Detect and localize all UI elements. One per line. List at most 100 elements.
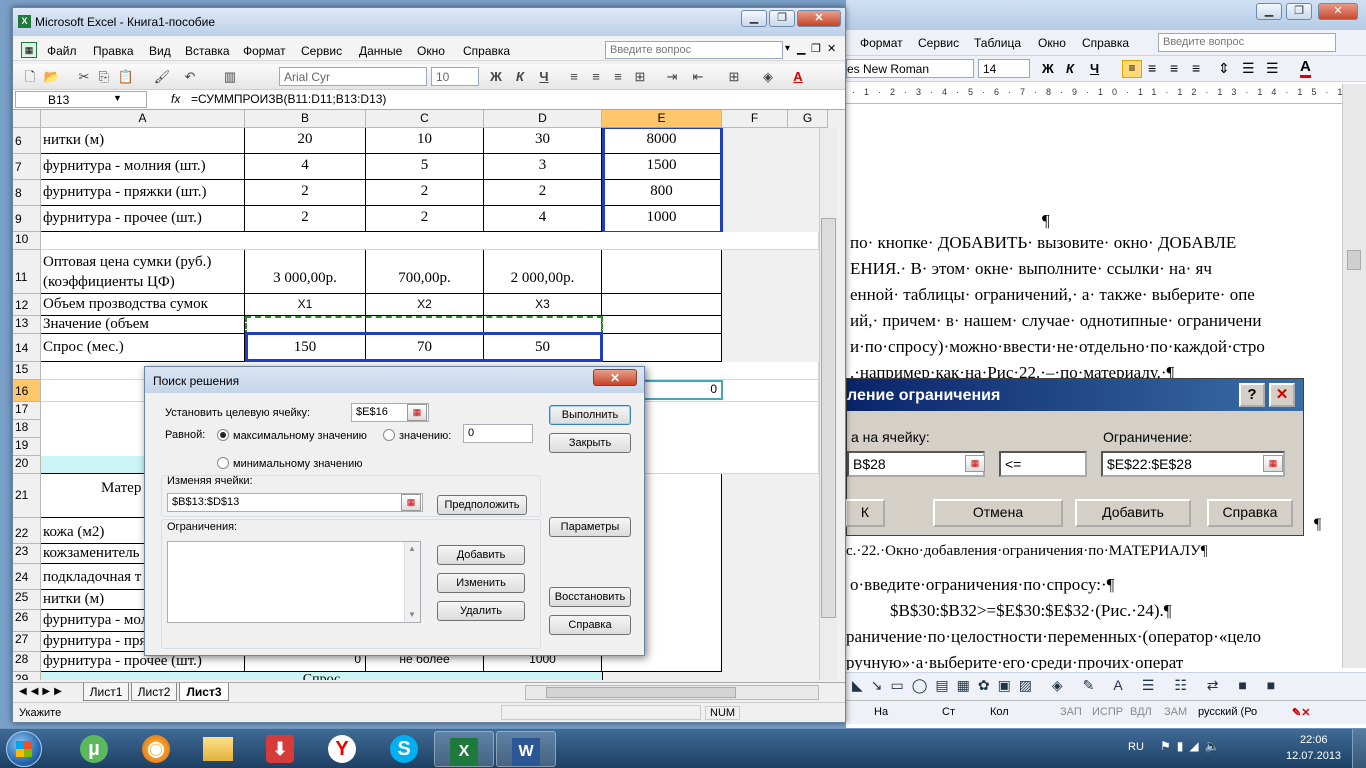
dropdown-icon[interactable]: ▾ <box>785 43 790 54</box>
cell-c12[interactable]: X2 <box>366 294 484 316</box>
yandex-task[interactable]: Y <box>312 731 372 767</box>
show-desktop-button[interactable] <box>1352 729 1366 768</box>
menu-file[interactable]: Файл <box>47 44 77 58</box>
status-ovr[interactable]: ЗАМ <box>1164 706 1187 718</box>
cell-b13[interactable] <box>245 316 366 334</box>
cell-a29[interactable]: Спрос <box>41 672 603 680</box>
menu-table[interactable]: Таблица <box>974 36 1021 50</box>
min-radio[interactable] <box>217 457 229 469</box>
cell-b9[interactable]: 2 <box>245 206 366 232</box>
doc-minimize-icon[interactable]: ▁ <box>797 42 805 55</box>
options-button[interactable]: Параметры <box>549 517 631 537</box>
cell-a6[interactable]: нитки (м) <box>41 128 245 154</box>
cell-d12[interactable]: X3 <box>484 294 602 316</box>
cell-d13[interactable] <box>484 316 602 334</box>
row-header[interactable]: 11 <box>13 250 41 294</box>
sheet-tab-2[interactable]: Лист2 <box>131 683 177 701</box>
minimize-button[interactable]: ▁ <box>741 10 767 27</box>
sheet-nav-icons[interactable]: ◀◀▶▶ <box>19 686 66 697</box>
font-color-icon[interactable]: A <box>1300 58 1311 78</box>
menu-format[interactable]: Формат <box>243 44 286 58</box>
numbering-icon[interactable]: ☰ <box>1242 60 1255 77</box>
delete-button[interactable]: Удалить <box>437 601 525 621</box>
row-header[interactable]: 7 <box>13 154 41 180</box>
row-header[interactable]: 27 <box>13 632 41 652</box>
row-header[interactable]: 8 <box>13 180 41 206</box>
cell-c14[interactable]: 70 <box>366 334 484 362</box>
range-picker-icon[interactable]: ▦ <box>407 404 427 421</box>
borders-icon[interactable]: ⊞ <box>725 68 743 86</box>
change-button[interactable]: Изменить <box>437 573 525 593</box>
row-header[interactable]: 26 <box>13 610 41 632</box>
cell-d8[interactable]: 2 <box>484 180 602 206</box>
function-icon[interactable]: fx <box>171 92 180 106</box>
cell-d14[interactable]: 50 <box>484 334 602 362</box>
row-header[interactable]: 28 <box>13 652 41 672</box>
menu-window[interactable]: Окно <box>417 44 445 58</box>
underline-icon[interactable]: Ч <box>535 68 553 86</box>
document-icon[interactable]: ▦ <box>21 42 37 58</box>
run-button[interactable]: Выполнить <box>549 405 631 425</box>
cell-e8[interactable]: 800 <box>602 180 722 206</box>
align-center-icon[interactable]: ≡ <box>1148 60 1156 76</box>
bold-icon[interactable]: Ж <box>487 68 505 86</box>
paste-icon[interactable]: 📋 <box>117 68 135 86</box>
utorrent-task[interactable]: µ <box>64 731 124 767</box>
tray-icons[interactable]: ⚑▮◢🔈 <box>1160 739 1226 753</box>
menu-view[interactable]: Вид <box>149 44 171 58</box>
scrollbar-thumb[interactable] <box>1347 250 1361 270</box>
merge-center-icon[interactable]: ⊞ <box>631 68 649 86</box>
cell-e9[interactable]: 1000 <box>602 206 722 232</box>
cell-b12[interactable]: X1 <box>245 294 366 316</box>
row-header[interactable]: 22 <box>13 518 41 544</box>
align-center-icon[interactable]: ≡ <box>587 68 605 86</box>
cell-c7[interactable]: 5 <box>366 154 484 180</box>
maximize-button[interactable]: ❐ <box>769 10 795 27</box>
add-button[interactable]: Добавить <box>437 545 525 565</box>
status-trk[interactable]: ИСПР <box>1092 706 1123 718</box>
close-button[interactable]: ✕ <box>797 10 841 27</box>
cell-c13[interactable] <box>366 316 484 334</box>
column-header-b[interactable]: B <box>245 110 366 128</box>
value-radio[interactable] <box>383 429 395 441</box>
cell-a7[interactable]: фурнитура - молния (шт.) <box>41 154 245 180</box>
column-header-e[interactable]: E <box>602 110 722 128</box>
cell-b14[interactable]: 150 <box>245 334 366 362</box>
cell-b6[interactable]: 20 <box>245 128 366 154</box>
cell-e6[interactable]: 8000 <box>602 128 722 154</box>
menu-window[interactable]: Окно <box>1038 36 1066 50</box>
increase-indent-icon[interactable]: ⇥ <box>663 68 681 86</box>
ask-question-input[interactable]: Введите вопрос <box>605 41 783 59</box>
scrollbar-thumb[interactable] <box>821 218 836 618</box>
name-box[interactable]: B13 <box>15 91 147 108</box>
language-indicator[interactable]: RU <box>1128 741 1144 753</box>
doc-restore-icon[interactable]: ❐ <box>811 42 821 55</box>
download-task[interactable]: ⬇ <box>250 731 310 767</box>
scroll-down-icon[interactable]: ▼ <box>408 610 416 619</box>
cell-d9[interactable]: 4 <box>484 206 602 232</box>
font-name-combo[interactable]: Arial Cyr <box>279 67 427 86</box>
cell-a9[interactable]: фурнитура - прочее (шт.) <box>41 206 245 232</box>
row-header[interactable]: 18 <box>13 420 41 438</box>
row-header[interactable]: 21 <box>13 474 41 518</box>
row-header[interactable]: 25 <box>13 590 41 610</box>
minimize-button[interactable]: ▁ <box>1256 3 1282 20</box>
menu-edit[interactable]: Правка <box>93 44 134 58</box>
reset-button[interactable]: Восстановить <box>549 587 631 607</box>
cell-a14[interactable]: Спрос (мес.) <box>41 334 245 362</box>
column-header-d[interactable]: D <box>484 110 602 128</box>
drawing-tools-icons[interactable]: ◣↘▭◯▤▦✿▣▨ ◈ ✎ A ☰ ☷ ⇄ ■ ■ <box>852 677 1283 694</box>
constraints-scrollbar[interactable]: ▲ ▼ <box>404 542 420 622</box>
cell-e12[interactable] <box>602 294 722 316</box>
row-header[interactable]: 17 <box>13 402 41 420</box>
font-name-combo[interactable]: es New Roman <box>846 59 974 78</box>
row-header[interactable]: 16 <box>13 380 41 402</box>
row-header[interactable]: 12 <box>13 294 41 316</box>
justify-icon[interactable]: ≡ <box>1192 60 1200 76</box>
new-file-icon[interactable]: 🗋 <box>21 68 39 86</box>
formula-input[interactable]: =СУММПРОИЗВ(B11:D11;B13:D13) <box>191 92 386 106</box>
cell-b7[interactable]: 4 <box>245 154 366 180</box>
fill-color-icon[interactable]: ◈ <box>759 68 777 86</box>
chart-icon[interactable]: ▥ <box>221 68 239 86</box>
bullets-icon[interactable]: ☰ <box>1266 60 1279 77</box>
